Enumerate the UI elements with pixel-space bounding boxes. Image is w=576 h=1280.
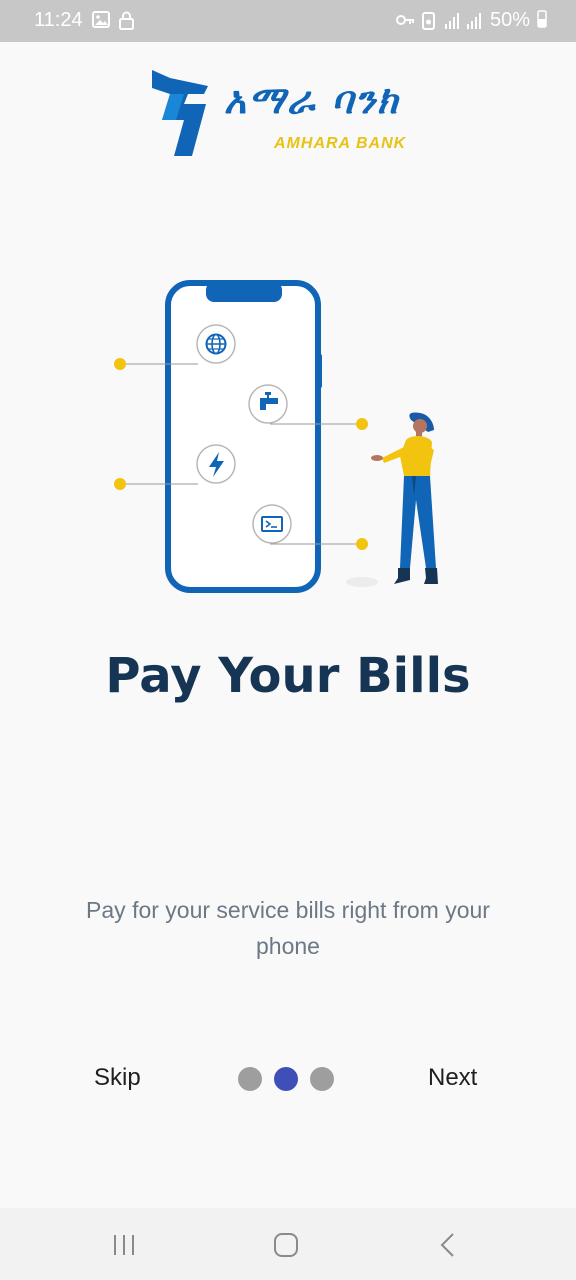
battery-level: 50% — [490, 9, 548, 32]
battery-saver-icon — [422, 12, 435, 30]
status-left-icons — [92, 11, 134, 30]
page-dot-3[interactable] — [310, 1067, 334, 1091]
image-icon — [92, 11, 110, 28]
pay-bills-illustration — [114, 280, 438, 593]
status-bar: 11:24 50% — [0, 0, 576, 42]
water-tap-icon — [248, 384, 288, 424]
navigation-bar — [0, 1208, 576, 1280]
page-title: Pay Your Bills — [105, 648, 471, 704]
home-icon[interactable] — [266, 1230, 306, 1260]
recent-apps-icon[interactable] — [104, 1230, 144, 1260]
ticket-icon — [252, 504, 292, 544]
logo-english-text: AMHARA BANK — [274, 135, 407, 152]
key-icon — [396, 15, 414, 25]
back-icon[interactable] — [428, 1230, 468, 1260]
status-right-icons — [396, 12, 481, 30]
skip-button[interactable]: Skip — [94, 1064, 141, 1092]
page-dot-2-active[interactable] — [274, 1067, 298, 1091]
logo-amharic-text: አማራ ባንክ — [224, 78, 400, 122]
person-illustration — [346, 412, 438, 587]
battery-text: 50% — [490, 9, 531, 31]
next-button[interactable]: Next — [428, 1064, 477, 1092]
page-indicator — [238, 1067, 338, 1093]
page-dot-1[interactable] — [238, 1067, 262, 1091]
page-description: Pay for your service bills right from yo… — [86, 897, 490, 959]
lightning-icon — [196, 444, 236, 484]
amhara-bank-logo: አማራ ባንክ AMHARA BANK — [148, 64, 428, 159]
battery-icon — [536, 10, 547, 28]
signal-icon-1 — [445, 13, 459, 29]
lock-icon — [119, 11, 134, 30]
signal-icon-2 — [467, 13, 481, 29]
globe-icon — [196, 324, 236, 364]
status-time: 11:24 — [34, 9, 83, 31]
logo-mark-icon — [152, 70, 208, 156]
